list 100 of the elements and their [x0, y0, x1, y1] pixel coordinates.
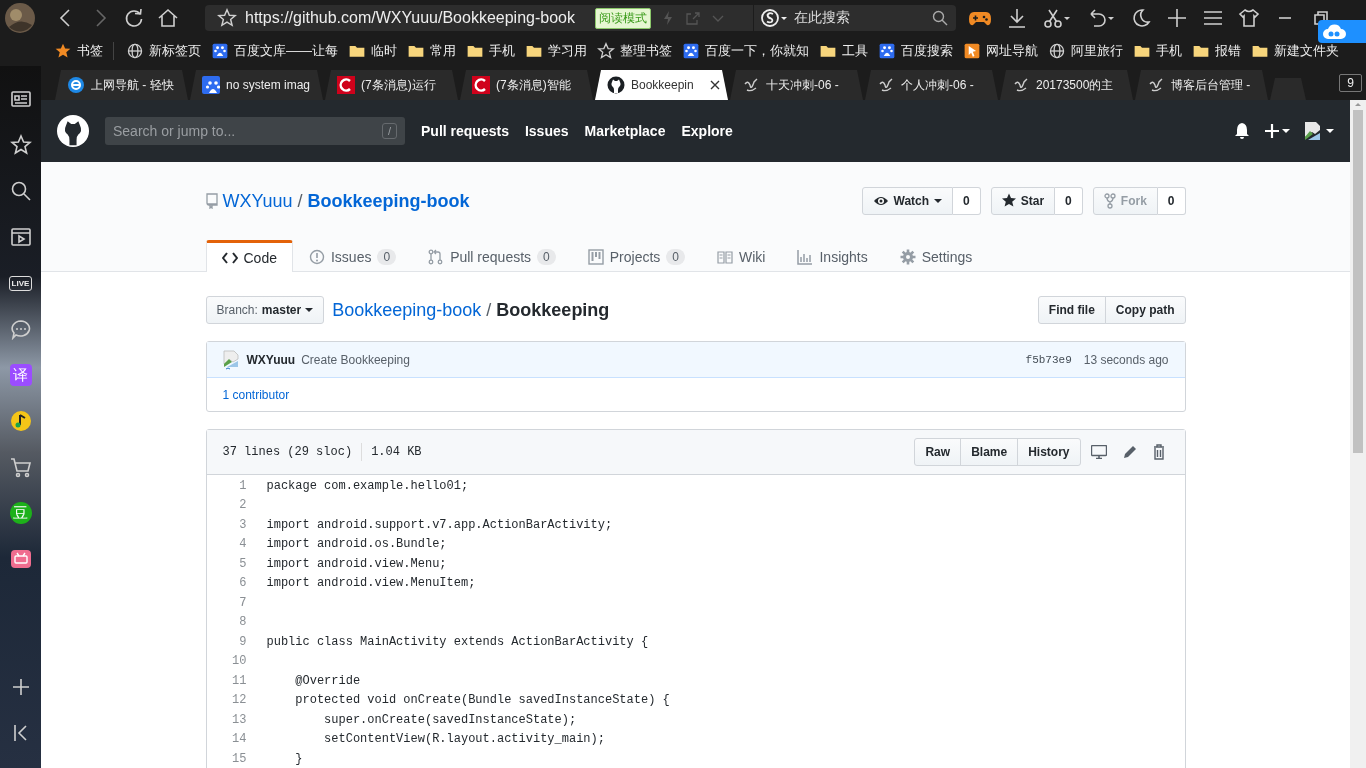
line-number: 2 — [238, 498, 248, 513]
live-button[interactable]: LIVE — [8, 275, 33, 291]
caret-icon[interactable] — [1282, 128, 1290, 134]
bookmark-item[interactable]: 阿里旅行 — [1048, 42, 1123, 60]
repo-tab[interactable]: Insights — [781, 240, 884, 271]
scrollbar[interactable] — [1350, 100, 1366, 768]
plus-icon[interactable] — [1166, 7, 1188, 29]
star-icon — [1001, 193, 1016, 209]
repo-tab[interactable]: Code — [205, 240, 293, 272]
count-link[interactable]: 0 — [1055, 187, 1083, 215]
browser-tab[interactable]: (7条消息)智能 — [460, 70, 593, 100]
bookmark-star-icon[interactable] — [217, 8, 237, 28]
browser-tab[interactable]: 上网导航 - 轻快 — [55, 70, 188, 100]
bookmark-item[interactable]: 手机 — [466, 42, 515, 60]
repo-tab[interactable]: Pull requests 0 — [412, 240, 572, 271]
scissors-icon[interactable] — [1042, 7, 1072, 29]
moon-icon[interactable] — [1130, 7, 1152, 29]
reload-icon[interactable] — [123, 7, 145, 29]
bookmark-item[interactable]: 整理书签 — [597, 42, 672, 60]
avatar-icon[interactable] — [5, 3, 35, 33]
author-link[interactable]: WXYuuu — [246, 352, 296, 367]
view-button[interactable]: Raw — [914, 438, 962, 466]
bookmark-item[interactable]: 书签 — [54, 42, 103, 60]
repo-tab[interactable]: Settings — [883, 240, 989, 271]
owner-link[interactable]: WXYuuu — [222, 190, 293, 212]
address-bar[interactable]: https://github.com/WXYuuu/Bookkeeping-book 阅读模式 — [205, 5, 753, 31]
star-button[interactable]: Star — [990, 187, 1056, 215]
line-number: 10 — [231, 654, 248, 669]
breadcrumb-link[interactable]: Bookkeeping-book — [332, 299, 482, 321]
project-board-icon — [587, 249, 604, 265]
repo-tab[interactable]: Projects 0 — [571, 240, 701, 271]
news-icon[interactable] — [9, 88, 32, 110]
bookmark-item[interactable]: 网址导航 — [963, 42, 1038, 60]
repo-icon — [205, 193, 218, 209]
bookmark-item[interactable]: 新标签页 — [126, 42, 201, 60]
browser-tab[interactable]: (7条消息)运行 — [325, 70, 458, 100]
contributors-link[interactable]: 1 contributor — [222, 387, 290, 402]
music-icon[interactable] — [9, 410, 32, 432]
search-placeholder: Search or jump to... — [113, 123, 237, 139]
browser-tab[interactable]: no system imag — [190, 70, 323, 100]
bookmark-item[interactable]: 临时 — [348, 42, 397, 60]
search-field[interactable]: Search or jump to... / — [105, 117, 405, 145]
count-link[interactable]: 0 — [953, 187, 981, 215]
file-info: 1.04 KB — [371, 445, 422, 459]
nav-link[interactable]: Explore — [681, 123, 733, 139]
caret-icon[interactable] — [1326, 128, 1334, 134]
bookmark-item[interactable]: 百度搜索 — [878, 42, 953, 60]
nav-link[interactable]: Marketplace — [584, 123, 666, 139]
search-icon[interactable] — [9, 180, 32, 202]
browser-tab[interactable]: 个人冲刺-06 - — [865, 70, 998, 100]
view-button[interactable]: History — [1017, 438, 1081, 466]
bell-icon[interactable] — [1234, 122, 1250, 140]
repo-tab[interactable]: Wiki — [701, 240, 782, 271]
bookmark-item[interactable]: 报错 — [1192, 42, 1241, 60]
toolbar-button[interactable]: Copy path — [1104, 296, 1186, 324]
tv-icon[interactable] — [9, 548, 32, 570]
bookmark-item[interactable]: 新建文件夹 — [1251, 42, 1339, 60]
bookmark-item[interactable]: 百度一下，你就知 — [682, 42, 809, 60]
nav-link[interactable]: Issues — [524, 123, 569, 139]
translate-button[interactable]: 译 — [9, 364, 32, 386]
search-field[interactable]: 在此搜索 — [753, 5, 956, 31]
search-engine-icon[interactable] — [760, 8, 788, 28]
toolbar-button[interactable]: Find file — [1037, 296, 1106, 324]
cart-icon[interactable] — [9, 456, 32, 478]
repo-tab[interactable]: Issues 0 — [292, 240, 413, 271]
line-number: 9 — [238, 634, 248, 649]
browser-tab[interactable]: 十天冲刺-06 - — [730, 70, 863, 100]
chat-icon[interactable] — [9, 318, 32, 340]
paw-icon — [211, 42, 229, 60]
line-number: 1 — [238, 478, 248, 493]
trash-icon[interactable] — [1152, 444, 1165, 460]
bookmark-item[interactable]: 学习用 — [525, 42, 587, 60]
paw-icon — [878, 42, 896, 60]
download-icon[interactable] — [1006, 7, 1028, 29]
commit-sha[interactable]: f5b73e9 — [1025, 353, 1072, 366]
pencil-icon[interactable] — [1122, 445, 1137, 459]
tab-count[interactable]: 9 — [1339, 74, 1362, 92]
bookmark-item[interactable]: 工具 — [819, 42, 868, 60]
bookmark-item[interactable]: 常用 — [407, 42, 456, 60]
star-icon[interactable] — [9, 134, 32, 156]
search-icon[interactable] — [932, 10, 948, 26]
line-number: 15 — [231, 751, 248, 766]
desktop-icon[interactable] — [1090, 445, 1107, 459]
watch-button[interactable]: Watch — [861, 187, 954, 215]
nav-link[interactable]: Pull requests — [421, 123, 509, 139]
branch-select[interactable]: Branch: master — [205, 296, 325, 324]
home-icon[interactable] — [157, 7, 179, 29]
browser-tab[interactable]: 博客后台管理 - — [1135, 70, 1268, 100]
video-icon[interactable] — [9, 226, 32, 248]
shirt-icon[interactable] — [1238, 7, 1260, 29]
browser-tab[interactable]: 20173500的主 — [1000, 70, 1133, 100]
browser-tab[interactable]: Bookkeepin — [595, 70, 728, 100]
line-number: 3 — [238, 517, 248, 532]
c-logo-icon — [472, 76, 490, 94]
bookmark-item[interactable]: 手机 — [1133, 42, 1182, 60]
repo-link[interactable]: Bookkeeping-book — [307, 190, 470, 212]
close-icon[interactable] — [710, 80, 720, 90]
bookmark-item[interactable]: 百度文库——让每 — [211, 42, 338, 60]
view-button[interactable]: Blame — [960, 438, 1019, 466]
octocat-icon[interactable] — [57, 115, 89, 147]
